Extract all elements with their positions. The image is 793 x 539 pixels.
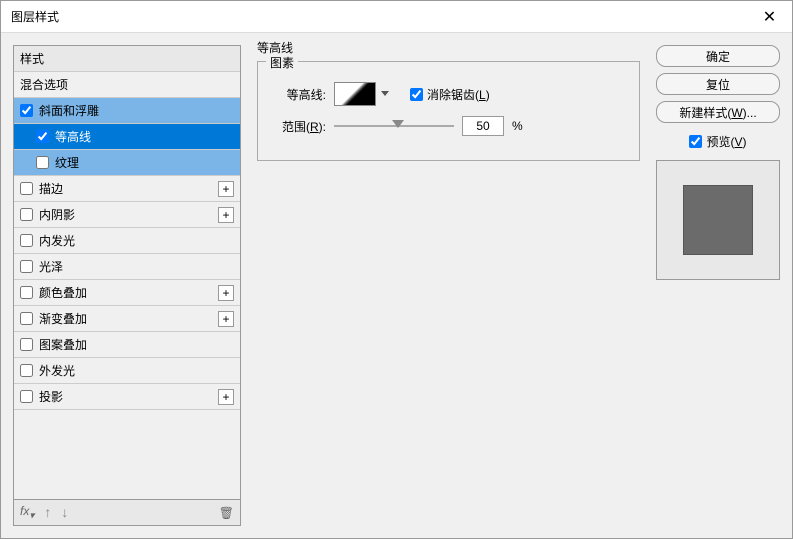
right-panel: 确定 复位 新建样式(W)... 预览(V) bbox=[656, 45, 780, 526]
inner-glow-checkbox[interactable] bbox=[20, 234, 33, 247]
fieldset-label: 图素 bbox=[266, 54, 298, 71]
titlebar: 图层样式 ✕ bbox=[1, 1, 792, 33]
gradient-overlay-checkbox[interactable] bbox=[20, 312, 33, 325]
contour-item[interactable]: 等高线 bbox=[14, 124, 240, 150]
add-drop-shadow-icon[interactable]: + bbox=[218, 389, 234, 405]
trash-icon[interactable]: 🗑 bbox=[219, 506, 234, 520]
slider-thumb-icon[interactable] bbox=[392, 120, 404, 128]
style-list-header: 样式 bbox=[14, 46, 240, 72]
range-row: 范围(R): % bbox=[270, 116, 627, 136]
inner-shadow-item[interactable]: 内阴影+ bbox=[14, 202, 240, 228]
move-up-icon[interactable]: ↑ bbox=[44, 504, 51, 520]
elements-fieldset: 图素 等高线: 消除锯齿(L) 范围(R): bbox=[257, 61, 640, 161]
outer-glow-checkbox[interactable] bbox=[20, 364, 33, 377]
stroke-checkbox[interactable] bbox=[20, 182, 33, 195]
pattern-overlay-item[interactable]: 图案叠加 bbox=[14, 332, 240, 358]
content-area: 样式 混合选项 斜面和浮雕 等高线 纹理 描边+ 内阴影+ 内发光 光泽 颜色叠… bbox=[1, 33, 792, 538]
drop-shadow-checkbox[interactable] bbox=[20, 390, 33, 403]
contour-picker[interactable] bbox=[334, 82, 376, 106]
preview-toggle[interactable]: 预览(V) bbox=[656, 133, 780, 150]
range-input[interactable] bbox=[462, 116, 504, 136]
antialias-option[interactable]: 消除锯齿(L) bbox=[410, 86, 490, 103]
outer-glow-item[interactable]: 外发光 bbox=[14, 358, 240, 384]
color-overlay-item[interactable]: 颜色叠加+ bbox=[14, 280, 240, 306]
blending-options-item[interactable]: 混合选项 bbox=[14, 72, 240, 98]
inner-shadow-checkbox[interactable] bbox=[20, 208, 33, 221]
contour-label: 等高线: bbox=[270, 86, 326, 103]
close-button[interactable]: ✕ bbox=[747, 1, 792, 33]
preview-swatch bbox=[683, 185, 753, 255]
left-panel: 样式 混合选项 斜面和浮雕 等高线 纹理 描边+ 内阴影+ 内发光 光泽 颜色叠… bbox=[13, 45, 241, 526]
gradient-overlay-item[interactable]: 渐变叠加+ bbox=[14, 306, 240, 332]
satin-checkbox[interactable] bbox=[20, 260, 33, 273]
style-list-footer: fx▾ ↑ ↓ 🗑 bbox=[13, 500, 241, 526]
new-style-button[interactable]: 新建样式(W)... bbox=[656, 101, 780, 123]
style-list: 样式 混合选项 斜面和浮雕 等高线 纹理 描边+ 内阴影+ 内发光 光泽 颜色叠… bbox=[13, 45, 241, 500]
satin-item[interactable]: 光泽 bbox=[14, 254, 240, 280]
inner-glow-item[interactable]: 内发光 bbox=[14, 228, 240, 254]
preview-box bbox=[656, 160, 780, 280]
window-title: 图层样式 bbox=[11, 8, 59, 25]
contour-checkbox[interactable] bbox=[36, 130, 49, 143]
contour-row: 等高线: 消除锯齿(L) bbox=[270, 82, 627, 106]
pattern-overlay-checkbox[interactable] bbox=[20, 338, 33, 351]
range-slider[interactable] bbox=[334, 117, 454, 135]
range-label: 范围(R): bbox=[270, 118, 326, 135]
preview-checkbox[interactable] bbox=[689, 135, 702, 148]
color-overlay-checkbox[interactable] bbox=[20, 286, 33, 299]
add-inner-shadow-icon[interactable]: + bbox=[218, 207, 234, 223]
percent-label: % bbox=[512, 119, 523, 133]
add-stroke-icon[interactable]: + bbox=[218, 181, 234, 197]
add-color-overlay-icon[interactable]: + bbox=[218, 285, 234, 301]
cancel-button[interactable]: 复位 bbox=[656, 73, 780, 95]
drop-shadow-item[interactable]: 投影+ bbox=[14, 384, 240, 410]
texture-item[interactable]: 纹理 bbox=[14, 150, 240, 176]
stroke-item[interactable]: 描边+ bbox=[14, 176, 240, 202]
add-gradient-overlay-icon[interactable]: + bbox=[218, 311, 234, 327]
settings-panel: 等高线 图素 等高线: 消除锯齿(L) 范围(R): bbox=[249, 45, 648, 526]
ok-button[interactable]: 确定 bbox=[656, 45, 780, 67]
bevel-emboss-checkbox[interactable] bbox=[20, 104, 33, 117]
bevel-emboss-item[interactable]: 斜面和浮雕 bbox=[14, 98, 240, 124]
fx-menu-icon[interactable]: fx▾ bbox=[20, 504, 34, 521]
texture-checkbox[interactable] bbox=[36, 156, 49, 169]
layer-style-dialog: 图层样式 ✕ 样式 混合选项 斜面和浮雕 等高线 纹理 描边+ 内阴影+ 内发光… bbox=[0, 0, 793, 539]
move-down-icon[interactable]: ↓ bbox=[61, 504, 68, 520]
antialias-checkbox[interactable] bbox=[410, 88, 423, 101]
